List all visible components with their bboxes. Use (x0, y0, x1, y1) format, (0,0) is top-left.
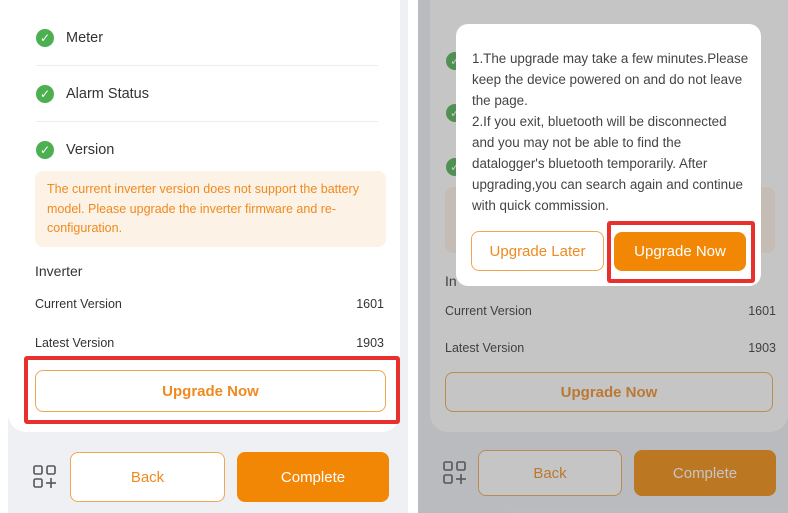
check-label: Version (66, 142, 115, 158)
complete-button[interactable]: Complete (237, 452, 389, 502)
current-version-value: 1601 (356, 297, 384, 311)
check-label: Meter (66, 29, 104, 46)
highlight-box (24, 356, 400, 424)
left-screen: ✓ Meter ✓ Alarm Status ✓ Version The cur… (8, 0, 408, 513)
apps-add-icon[interactable] (32, 464, 58, 490)
dialog-message-line2: 2.If you exit, bluetooth will be disconn… (472, 114, 743, 213)
latest-version-value: 1903 (356, 336, 384, 350)
current-version-row: Current Version 1601 (35, 297, 384, 311)
latest-version-label: Latest Version (35, 336, 115, 350)
dialog-message: 1.The upgrade may take a few minutes.Ple… (472, 48, 752, 216)
latest-version-row: Latest Version 1903 (35, 336, 384, 350)
check-row-version: ✓ Version (36, 122, 378, 178)
check-circle-icon: ✓ (36, 28, 54, 47)
current-version-label: Current Version (35, 297, 122, 311)
back-button[interactable]: Back (70, 452, 225, 502)
dialog-message-line1: 1.The upgrade may take a few minutes.Ple… (472, 51, 749, 108)
check-circle-icon: ✓ (36, 84, 54, 103)
upgrade-later-button[interactable]: Upgrade Later (471, 231, 604, 271)
check-label: Alarm Status (66, 85, 149, 102)
right-screen: ✓ ✓ ✓ In Current Version 1601 Latest Ver… (418, 0, 788, 513)
check-row-meter: ✓ Meter (36, 10, 378, 66)
check-row-alarm-status: ✓ Alarm Status (36, 66, 378, 122)
highlight-box (607, 221, 755, 283)
inverter-title: Inverter (35, 263, 83, 279)
version-warning: The current inverter version does not su… (35, 171, 386, 247)
check-circle-icon: ✓ (36, 141, 54, 159)
